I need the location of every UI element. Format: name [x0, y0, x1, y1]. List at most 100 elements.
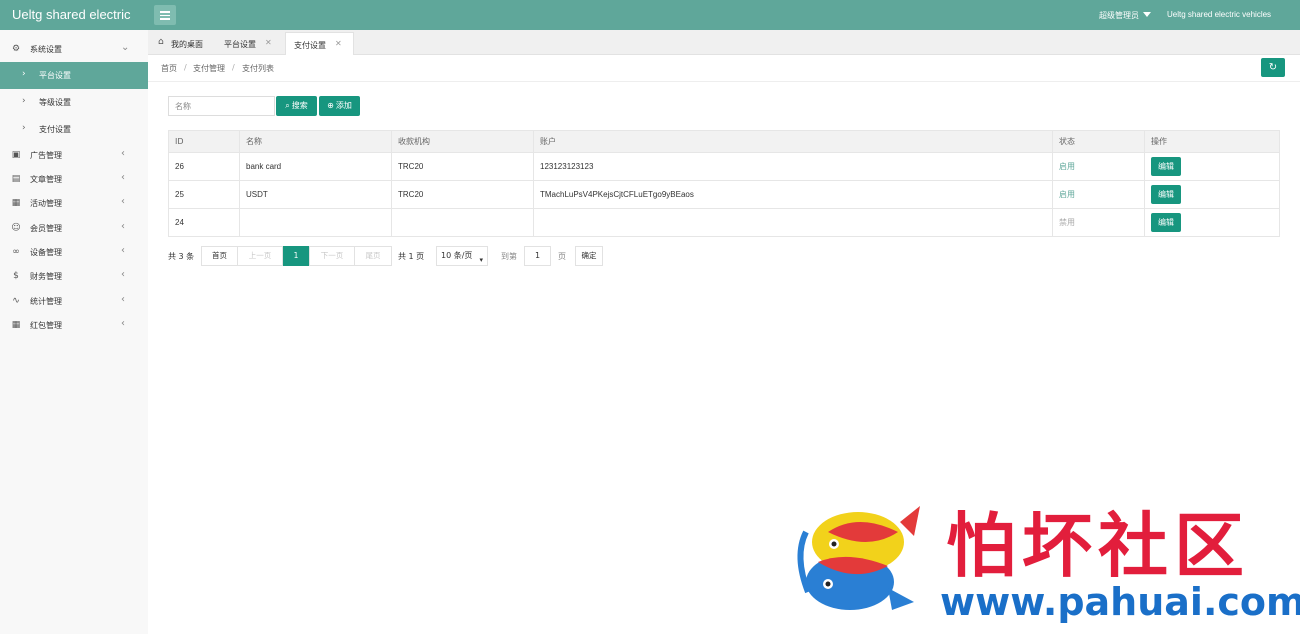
sidebar-item-label: 会员管理	[30, 224, 62, 233]
column-header-status: 状态	[1052, 130, 1145, 153]
site-name-link[interactable]: Ueltg shared electric vehicles	[1167, 10, 1271, 19]
sidebar-subitem-payment-settings[interactable]: › 支付设置	[0, 116, 148, 143]
sidebar-item-ads[interactable]: ▣ 广告管理 ‹	[0, 143, 148, 167]
sidebar: ⚙ 系统设置 ⌄ › 平台设置 › 等级设置 › 支付设置 ▣ 广告管理 ‹ ▤…	[0, 30, 148, 634]
cell-org	[391, 208, 534, 237]
gift-icon: ▦	[11, 198, 21, 208]
cell-actions: 编辑	[1144, 180, 1280, 209]
cell-status: 禁用	[1052, 208, 1145, 237]
goto-confirm-button[interactable]: 确定	[575, 246, 603, 266]
chevron-left-icon: ‹	[121, 245, 125, 256]
sidebar-item-finance[interactable]: $ 财务管理 ‹	[0, 264, 148, 288]
tab-my-desktop[interactable]: ⌂ 我的桌面	[154, 32, 216, 55]
edit-button[interactable]: 编辑	[1151, 213, 1181, 232]
pagination-next-button[interactable]: 下一页	[309, 246, 355, 266]
edit-button[interactable]: 编辑	[1151, 185, 1181, 204]
sidebar-subitem-level-settings[interactable]: › 等级设置	[0, 89, 148, 116]
chevron-left-icon: ‹	[121, 318, 125, 329]
sidebar-item-label: 统计管理	[30, 297, 62, 306]
close-icon[interactable]: ✕	[265, 38, 272, 47]
sidebar-subitem-platform-settings[interactable]: › 平台设置	[0, 62, 148, 89]
sidebar-subitem-label: 平台设置	[39, 71, 71, 80]
pagination-prev-button[interactable]: 上一页	[237, 246, 283, 266]
user-menu[interactable]: 超级管理员	[1099, 10, 1139, 21]
chevron-right-icon: ›	[22, 96, 26, 106]
cell-actions: 编辑	[1144, 152, 1280, 181]
page-size-select[interactable]: 10 条/页 ▾	[436, 246, 488, 266]
sidebar-item-activities[interactable]: ▦ 活动管理 ‹	[0, 191, 148, 215]
chevron-left-icon: ‹	[121, 294, 125, 305]
chevron-right-icon: ›	[22, 123, 26, 133]
user-icon: ☺	[11, 223, 21, 233]
tab-platform-settings[interactable]: 平台设置 ✕	[216, 32, 284, 55]
cell-name	[239, 208, 392, 237]
add-button[interactable]: ⊕ 添加	[319, 96, 360, 116]
sidebar-item-label: 系统设置	[30, 45, 62, 54]
chevron-left-icon: ‹	[121, 172, 125, 183]
search-name-input[interactable]	[168, 96, 275, 116]
cell-name: bank card	[239, 152, 392, 181]
plus-circle-icon: ⊕	[327, 101, 334, 110]
edit-button[interactable]: 编辑	[1151, 157, 1181, 176]
refresh-icon: ↻	[1268, 62, 1278, 73]
status-toggle[interactable]: 启用	[1059, 190, 1075, 199]
close-icon[interactable]: ✕	[335, 39, 342, 48]
brand-title: Ueltg shared electric	[12, 7, 131, 22]
table-row: 24 禁用 编辑	[168, 208, 1280, 237]
breadcrumb-payment-management[interactable]: 支付管理	[193, 63, 225, 74]
hamburger-icon	[160, 11, 170, 13]
pagination-pages-count: 共 1 页	[398, 252, 425, 261]
cell-account: 123123123123	[533, 152, 1053, 181]
table-row: 26 bank card TRC20 123123123123 启用 编辑	[168, 152, 1280, 181]
bike-icon: ∞	[12, 247, 20, 257]
sidebar-item-label: 文章管理	[30, 175, 62, 184]
cell-id: 26	[168, 152, 240, 181]
menu-toggle-button[interactable]	[154, 5, 176, 25]
refresh-button[interactable]: ↻	[1261, 58, 1285, 77]
status-toggle[interactable]: 禁用	[1059, 218, 1075, 227]
column-header-account: 账户	[533, 130, 1053, 153]
cell-name: USDT	[239, 180, 392, 209]
sidebar-item-red-packets[interactable]: ▦ 红包管理 ‹	[0, 313, 148, 337]
watermark-url: www.pahuai.com	[940, 580, 1300, 624]
sidebar-item-devices[interactable]: ∞ 设备管理 ‹	[0, 240, 148, 264]
breadcrumb-separator: /	[232, 63, 235, 72]
tab-label: 我的桌面	[171, 40, 203, 49]
chevron-left-icon: ‹	[121, 221, 125, 232]
chevron-down-icon: ▾	[479, 256, 483, 264]
chevron-left-icon: ‹	[121, 269, 125, 280]
page-size-value: 10 条/页	[441, 251, 473, 260]
sidebar-subitem-label: 等级设置	[39, 98, 71, 107]
watermark-chinese-text: 怕坏社区	[946, 505, 1250, 587]
column-header-id: ID	[168, 130, 240, 153]
sidebar-item-articles[interactable]: ▤ 文章管理 ‹	[0, 167, 148, 191]
home-icon: ⌂	[158, 37, 164, 47]
watermark-fish-logo	[788, 492, 928, 618]
search-button[interactable]: ⌕ 搜索	[276, 96, 317, 116]
pagination-total: 共 3 条	[168, 252, 195, 261]
breadcrumb-home[interactable]: 首页	[161, 63, 177, 74]
status-toggle[interactable]: 启用	[1059, 162, 1075, 171]
chevron-left-icon: ‹	[121, 148, 125, 159]
breadcrumb-separator: /	[184, 63, 187, 72]
tab-payment-settings[interactable]: 支付设置 ✕	[285, 32, 354, 55]
cell-account: TMachLuPsV4PKejsCjtCFLuETgo9yBEaos	[533, 180, 1053, 209]
cell-org: TRC20	[391, 152, 534, 181]
sidebar-item-label: 财务管理	[30, 272, 62, 281]
tab-label: 支付设置	[294, 41, 326, 50]
sidebar-item-system-settings[interactable]: ⚙ 系统设置 ⌄	[0, 37, 148, 61]
chevron-left-icon: ‹	[121, 196, 125, 207]
sidebar-item-members[interactable]: ☺ 会员管理 ‹	[0, 216, 148, 240]
cell-id: 25	[168, 180, 240, 209]
sidebar-item-statistics[interactable]: ∿ 统计管理 ‹	[0, 289, 148, 313]
top-header: Ueltg shared electric 超级管理员 Ueltg shared…	[0, 0, 1300, 30]
pagination-last-button[interactable]: 尾页	[354, 246, 392, 266]
page-unit-label: 页	[558, 252, 566, 261]
pagination-first-button[interactable]: 首页	[201, 246, 238, 266]
pagination-current-page[interactable]: 1	[283, 246, 309, 266]
cell-status: 启用	[1052, 152, 1145, 181]
goto-page-input[interactable]: 1	[524, 246, 551, 266]
image-icon: ▣	[11, 150, 21, 160]
gear-icon: ⚙	[11, 44, 21, 54]
caret-down-icon[interactable]	[1143, 12, 1151, 17]
